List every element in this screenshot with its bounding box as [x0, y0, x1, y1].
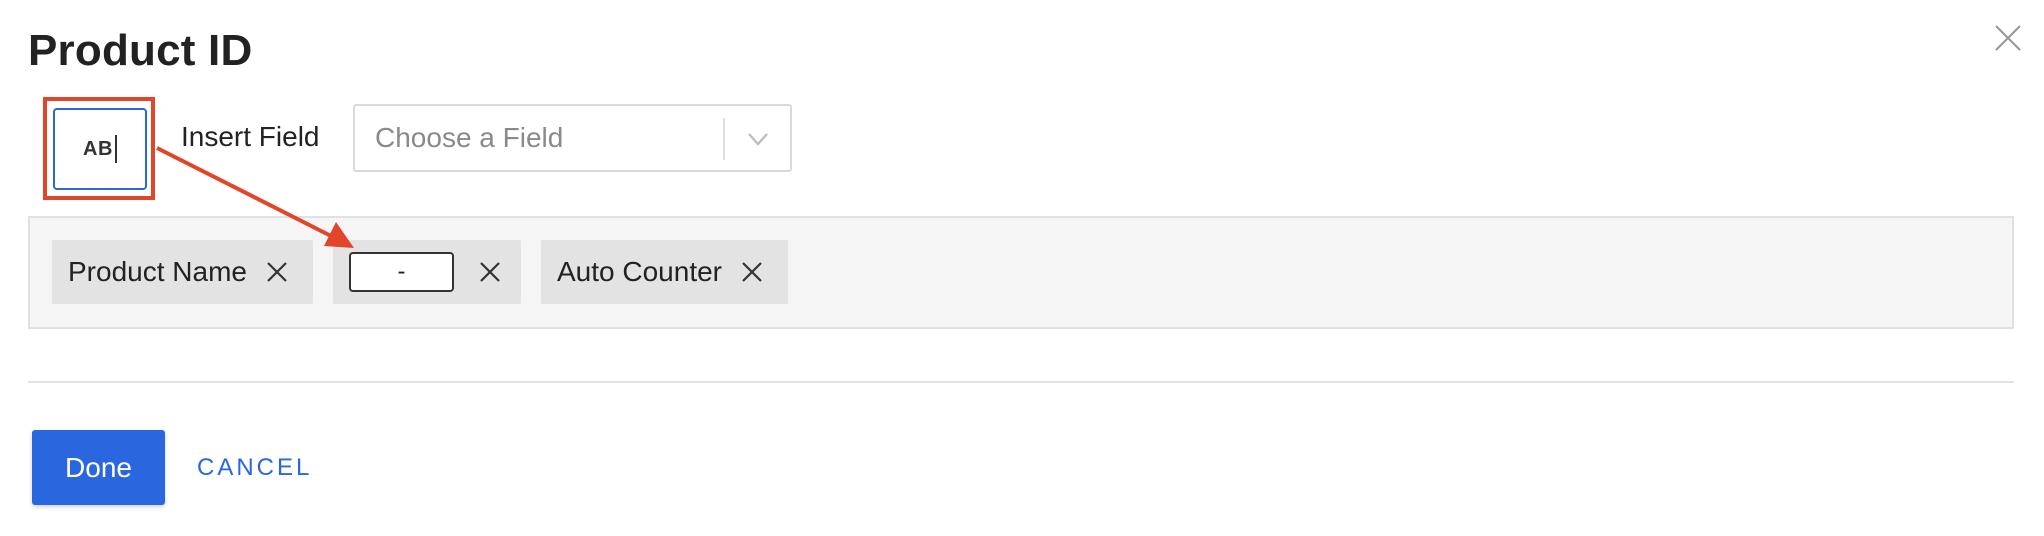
field-select-placeholder: Choose a Field: [375, 122, 564, 153]
dialog-title: Product ID: [28, 26, 253, 75]
token-chip-auto-counter[interactable]: Auto Counter: [541, 240, 788, 304]
remove-token-icon[interactable]: [264, 259, 290, 285]
remove-token-icon[interactable]: [739, 259, 765, 285]
add-text-button[interactable]: AB: [53, 108, 147, 190]
text-cursor-icon: [114, 135, 117, 163]
token-chip-separator[interactable]: [333, 240, 521, 304]
separator-text-input[interactable]: [349, 252, 454, 292]
select-separator: [723, 118, 725, 160]
text-button-label: AB: [83, 137, 113, 160]
token-label: Auto Counter: [557, 256, 722, 287]
product-id-dialog: Product ID AB Insert Field Choose a Fiel…: [0, 0, 2044, 536]
field-select[interactable]: Choose a Field: [353, 104, 792, 172]
token-area[interactable]: [28, 216, 2014, 329]
close-icon[interactable]: [1988, 18, 2028, 58]
token-chip-product-name[interactable]: Product Name: [52, 240, 313, 304]
insert-field-label: Insert Field: [181, 121, 320, 152]
footer-divider: [28, 381, 2014, 383]
remove-token-icon[interactable]: [477, 259, 503, 285]
chevron-down-icon[interactable]: [741, 124, 775, 154]
cancel-button[interactable]: CANCEL: [197, 454, 312, 482]
token-label: Product Name: [68, 256, 247, 287]
done-button[interactable]: Done: [32, 430, 165, 505]
